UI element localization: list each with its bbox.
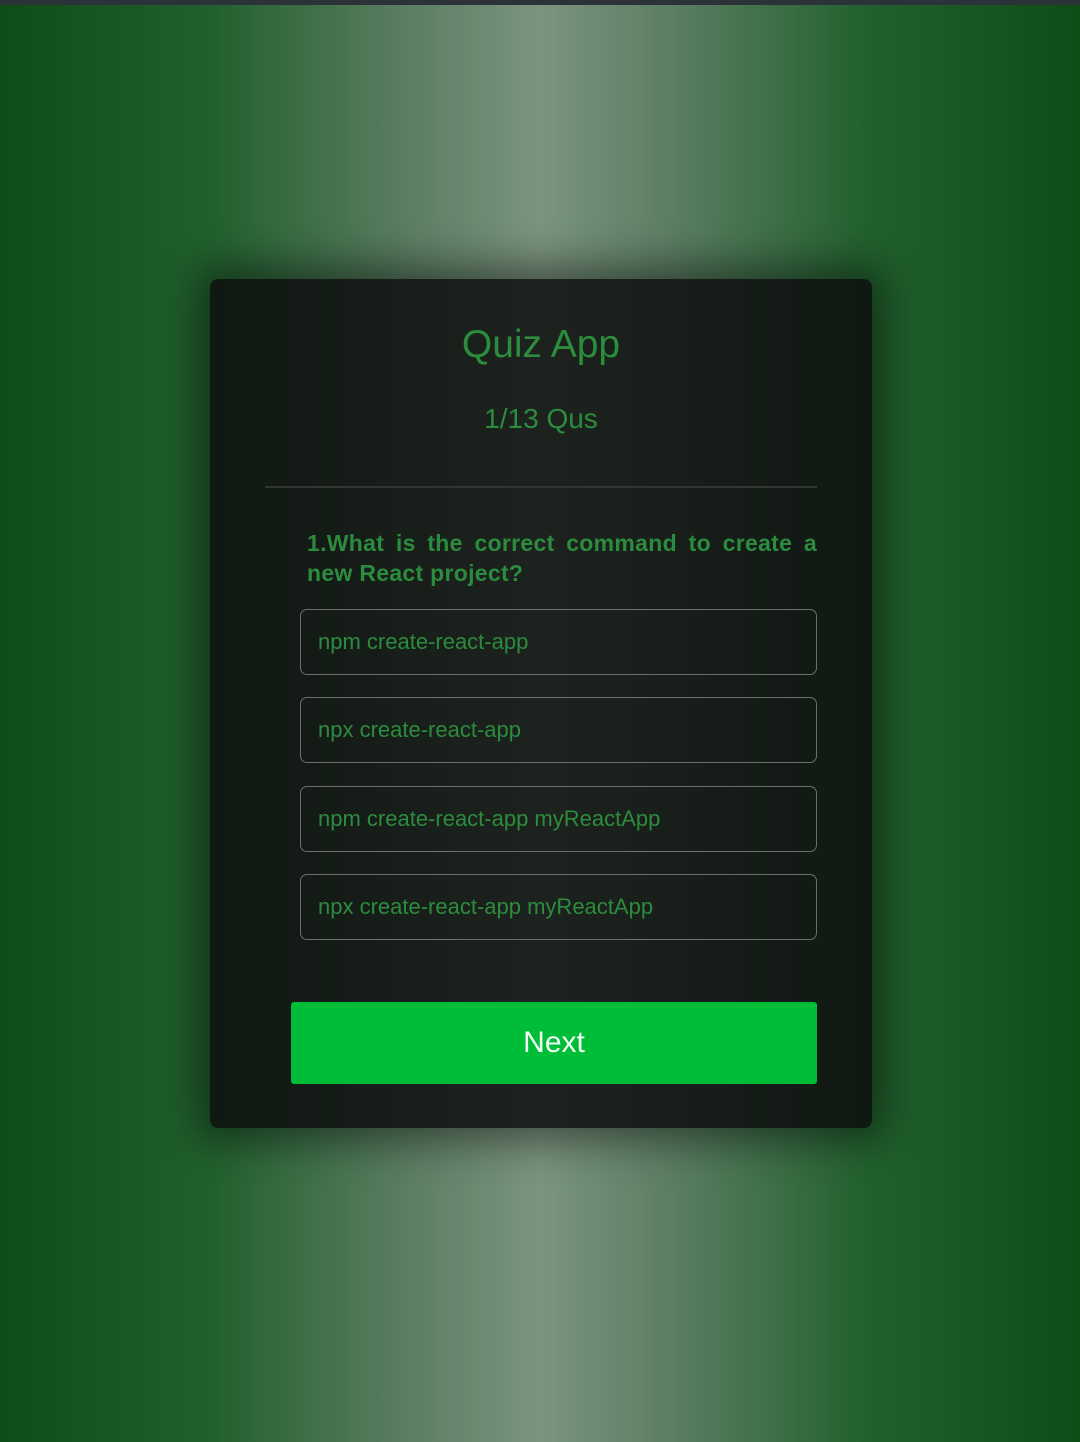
question-counter: 1/13 Qus (484, 403, 598, 434)
next-button[interactable]: Next (291, 1002, 817, 1084)
answer-option[interactable]: npx create-react-app (300, 697, 817, 763)
answer-option[interactable]: npx create-react-app myReactApp (300, 874, 817, 940)
quiz-card: Quiz App 1/13 Qus 1.What is the correct … (210, 279, 872, 1128)
answer-option[interactable]: npm create-react-app (300, 609, 817, 675)
answer-option[interactable]: npm create-react-app myReactApp (300, 786, 817, 852)
app-title: Quiz App (461, 323, 621, 366)
question-text: 1.What is the correct command to create … (307, 530, 817, 586)
divider (265, 486, 817, 488)
window-top-bar (0, 0, 1080, 5)
